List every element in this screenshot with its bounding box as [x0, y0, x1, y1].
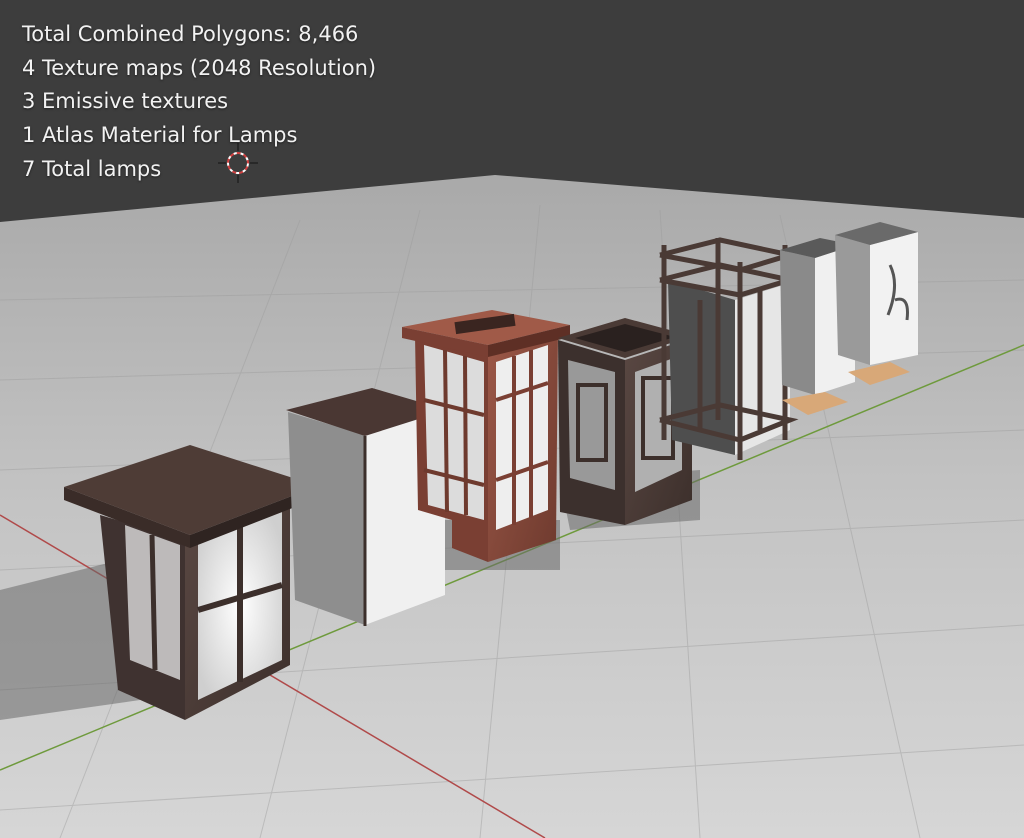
info-line-polygons: Total Combined Polygons: 8,466 [22, 22, 359, 46]
info-line-emissive: 3 Emissive textures [22, 89, 229, 114]
info-line-total-lamps: 7 Total lamps [22, 156, 162, 181]
info-line-atlas-material: 1 Atlas Material for Lamps [22, 123, 298, 148]
info-line-texture-maps: 4 Texture maps (2048 Resolution) [22, 55, 377, 80]
info-overlay: Total Combined Polygons: 8,466 4 Texture… [22, 18, 376, 187]
